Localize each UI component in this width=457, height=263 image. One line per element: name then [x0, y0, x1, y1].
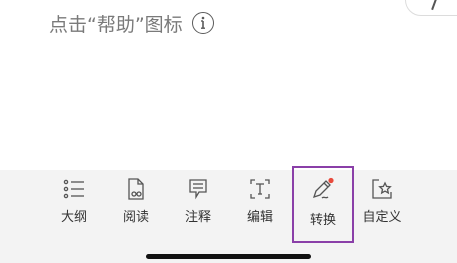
tab-comment-label: 注释 — [184, 210, 211, 225]
edit-text-icon — [248, 177, 272, 201]
page-separator-icon — [431, 0, 437, 10]
read-mode-icon — [124, 177, 148, 201]
home-indicator[interactable] — [146, 254, 311, 259]
bottom-toolbar: 大纲 阅读 注释 编辑 转换 自定义 — [0, 166, 457, 263]
tab-outline-label: 大纲 — [60, 210, 87, 225]
instruction-text: 点击“帮助”图标 — [49, 13, 183, 36]
tab-edit-label: 编辑 — [246, 210, 273, 225]
comment-icon — [186, 177, 210, 201]
customize-star-icon — [370, 177, 394, 201]
tab-edit[interactable]: 编辑 — [236, 170, 284, 232]
convert-pen-icon — [311, 177, 335, 201]
tab-outline[interactable]: 大纲 — [50, 170, 98, 232]
tab-read[interactable]: 阅读 — [112, 170, 160, 232]
tab-customize[interactable]: 自定义 — [358, 170, 406, 232]
notification-badge — [328, 177, 334, 184]
tab-customize-label: 自定义 — [362, 210, 402, 225]
outline-list-icon — [62, 177, 86, 201]
tab-read-label: 阅读 — [122, 210, 149, 225]
page-number-bubble — [405, 0, 457, 16]
tab-convert-label: 转换 — [309, 213, 336, 228]
tab-convert[interactable]: 转换 — [292, 166, 354, 243]
tab-comment[interactable]: 注释 — [174, 170, 222, 232]
help-info-icon[interactable] — [191, 12, 214, 34]
document-content-area: 点击“帮助”图标 — [0, 0, 457, 170]
instruction-row: 点击“帮助”图标 — [49, 8, 214, 38]
